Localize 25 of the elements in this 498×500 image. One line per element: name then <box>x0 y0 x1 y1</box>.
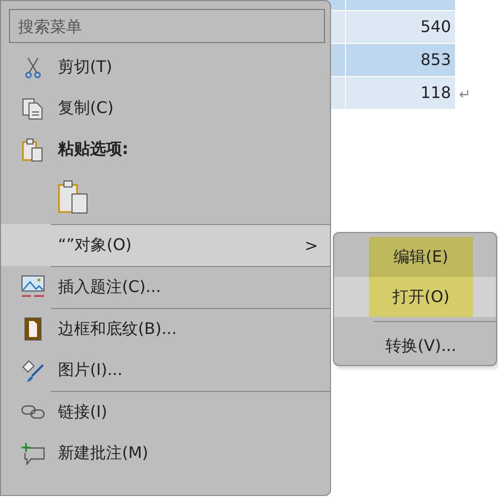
paragraph-mark: ↵ <box>459 87 471 103</box>
menu-item[interactable]: “”对象(O) > <box>1 224 330 266</box>
menu-item[interactable]: 新建批注(M) <box>1 433 330 474</box>
copy-icon <box>22 98 44 120</box>
menu-item[interactable]: 剪切(T) <box>1 47 330 88</box>
menu-item[interactable]: 边框和底纹(B)... <box>1 308 330 350</box>
menu-heading: 粘贴选项: <box>1 129 330 170</box>
new-comment-icon <box>20 442 44 466</box>
menu-item[interactable]: 转换(V)... <box>369 326 473 366</box>
page-border-icon <box>24 317 42 341</box>
caption-image-icon <box>20 275 44 299</box>
menu-item[interactable]: 复制(C) <box>1 88 330 129</box>
link-icon <box>20 404 44 420</box>
table-cell-text: 540 <box>419 16 452 38</box>
table-cell-text: 853 <box>419 49 452 71</box>
menu-item[interactable]: 链接(I) <box>1 391 330 433</box>
menu-item[interactable]: 打开(O) <box>369 277 473 317</box>
search-field[interactable]: 搜索菜单 <box>9 9 325 43</box>
menu-item[interactable]: 插入题注(C)... <box>1 266 330 308</box>
table-cell-text: 118 <box>419 82 452 104</box>
menu-item[interactable]: 图片(I)... <box>1 350 330 391</box>
menu-item[interactable]: 编辑(E) <box>369 237 473 277</box>
scissors-icon <box>24 56 40 78</box>
brush-icon <box>20 358 44 382</box>
clipboard-icon <box>22 138 44 162</box>
